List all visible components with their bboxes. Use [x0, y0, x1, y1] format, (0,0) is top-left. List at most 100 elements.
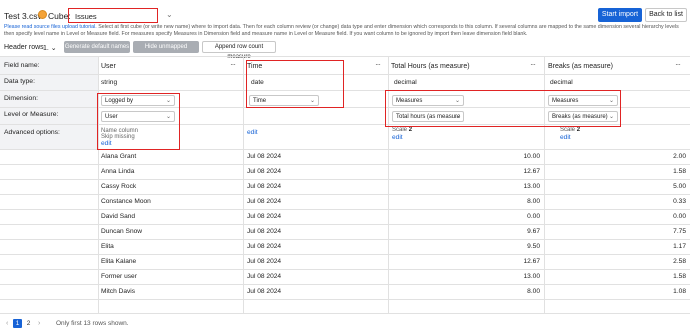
time-cell: Jul 08 2024 — [247, 198, 282, 205]
time-cell: Jul 08 2024 — [247, 258, 282, 265]
back-to-list-button[interactable]: Back to list — [645, 8, 687, 22]
table-row: Mitch Davis Jul 08 2024 8.00 1.08 — [0, 284, 690, 299]
time-cell: Jul 08 2024 — [247, 183, 282, 190]
breaks-cell: 5.00 — [673, 183, 686, 190]
divider — [0, 74, 690, 75]
total-hours-cell: 13.00 — [523, 273, 540, 280]
column-header-user[interactable]: User — [101, 63, 116, 70]
highlight-box — [246, 60, 344, 108]
total-hours-cell: 9.50 — [527, 243, 540, 250]
instructions: Please read source files upload tutorial… — [4, 24, 688, 37]
table-row: Duncan Snow Jul 08 2024 9.67 7.75 — [0, 224, 690, 239]
table-row: Former user Jul 08 2024 13.00 1.58 — [0, 269, 690, 284]
highlight-box — [97, 93, 180, 150]
table-row: David Sand Jul 08 2024 0.00 0.00 — [0, 209, 690, 224]
scale-info: Scale 2 — [560, 127, 581, 133]
user-cell: Former user — [101, 273, 137, 280]
cube-select[interactable]: Issues — [68, 8, 158, 23]
total-hours-cell: 12.67 — [523, 258, 540, 265]
breaks-cell: 1.58 — [673, 273, 686, 280]
table-row: Alana Grant Jul 08 2024 10.00 2.00 — [0, 149, 690, 164]
table-row: Constance Moon Jul 08 2024 8.00 0.33 — [0, 194, 690, 209]
advanced-options-label: Advanced options: — [4, 129, 60, 136]
time-cell: Jul 08 2024 — [247, 288, 282, 295]
breaks-cell: 0.00 — [673, 213, 686, 220]
data-type-value[interactable]: decimal — [550, 79, 573, 86]
append-row-count-measure-button[interactable]: Append row count measure — [202, 41, 276, 60]
breaks-cell: 2.00 — [673, 153, 686, 160]
upload-tutorial-link[interactable]: Please read source files upload tutorial… — [4, 24, 97, 30]
user-cell: Mitch Davis — [101, 288, 136, 295]
divider — [0, 299, 690, 300]
total-hours-cell: 13.00 — [523, 183, 540, 190]
header-rows-select[interactable]: 1. ⌄ — [43, 44, 57, 52]
column-menu-icon[interactable]: ··· — [530, 60, 536, 69]
column-header-total-hours[interactable]: Total Hours (as measure) — [391, 63, 470, 70]
breaks-cell: 1.08 — [673, 288, 686, 295]
highlight-box — [385, 90, 621, 127]
scale-info: Scale 2 — [392, 127, 413, 133]
instructions-text: Select at first cube (or write new name)… — [4, 24, 679, 37]
table-row: Elita Jul 08 2024 9.50 1.17 — [0, 239, 690, 254]
edit-link[interactable]: edit — [560, 134, 571, 141]
breaks-cell: 7.75 — [673, 228, 686, 235]
time-cell: Jul 08 2024 — [247, 273, 282, 280]
pagination: ‹ 1 2 › Only first 13 rows shown. — [0, 318, 690, 330]
table-row: Elita Kalane Jul 08 2024 12.67 2.58 — [0, 254, 690, 269]
header-rows-value: 1. — [43, 45, 49, 52]
import-mapping-grid: Field name: Data type: Dimension: Level … — [0, 56, 690, 314]
page-2-button[interactable]: 2 — [24, 319, 33, 328]
user-cell: Elita — [101, 243, 114, 250]
data-type-value[interactable]: decimal — [394, 79, 417, 86]
edit-link[interactable]: edit — [247, 129, 258, 136]
user-cell: Duncan Snow — [101, 228, 143, 235]
time-cell: Jul 08 2024 — [247, 228, 282, 235]
breaks-cell: 0.33 — [673, 198, 686, 205]
user-cell: Constance Moon — [101, 198, 151, 205]
total-hours-cell: 0.00 — [527, 213, 540, 220]
total-hours-cell: 8.00 — [527, 198, 540, 205]
cube-icon — [38, 10, 47, 19]
user-cell: Anna Linda — [101, 168, 135, 175]
header-rows-label: Header rows — [4, 44, 44, 51]
data-type-value[interactable]: string — [101, 79, 117, 86]
data-type-label: Data type: — [4, 78, 35, 85]
next-page-icon[interactable]: › — [38, 320, 40, 327]
chevron-down-icon[interactable]: ⌄ — [166, 10, 173, 19]
rows-shown-note: Only first 13 rows shown. — [56, 320, 129, 327]
user-cell: David Sand — [101, 213, 136, 220]
time-cell: Jul 08 2024 — [247, 213, 282, 220]
breaks-cell: 1.58 — [673, 168, 686, 175]
start-import-button[interactable]: Start import — [598, 8, 642, 22]
total-hours-cell: 12.67 — [523, 168, 540, 175]
user-cell: Elita Kalane — [101, 258, 137, 265]
table-row: Anna Linda Jul 08 2024 12.67 1.58 — [0, 164, 690, 179]
toolbar: Header rows 1. ⌄ Generate default names … — [0, 40, 690, 62]
column-menu-icon[interactable]: ··· — [675, 60, 681, 69]
total-hours-cell: 8.00 — [527, 288, 540, 295]
field-name-label: Field name: — [4, 62, 40, 69]
dimension-label: Dimension: — [4, 95, 38, 102]
breaks-cell: 1.17 — [673, 243, 686, 250]
edit-link[interactable]: edit — [392, 134, 403, 141]
page-1-button[interactable]: 1 — [13, 319, 22, 328]
total-hours-cell: 10.00 — [523, 153, 540, 160]
prev-page-icon[interactable]: ‹ — [6, 320, 8, 327]
breaks-cell: 2.58 — [673, 258, 686, 265]
hide-unmapped-columns-button[interactable]: Hide unmapped columns — [133, 41, 199, 62]
time-cell: Jul 08 2024 — [247, 168, 282, 175]
user-cell: Cassy Rock — [101, 183, 137, 190]
level-or-measure-label: Level or Measure: — [4, 111, 59, 118]
file-title: Test 3.csv — [4, 11, 42, 21]
column-menu-icon[interactable]: ··· — [375, 60, 381, 69]
time-cell: Jul 08 2024 — [247, 153, 282, 160]
user-cell: Alana Grant — [101, 153, 137, 160]
column-menu-icon[interactable]: ··· — [230, 60, 236, 69]
total-hours-cell: 9.67 — [527, 228, 540, 235]
divider — [0, 56, 690, 57]
generate-default-names-button[interactable]: Generate default names — [64, 41, 130, 53]
divider — [0, 313, 690, 314]
chevron-down-icon: ⌄ — [50, 45, 57, 52]
table-row: Cassy Rock Jul 08 2024 13.00 5.00 — [0, 179, 690, 194]
column-header-breaks[interactable]: Breaks (as measure) — [548, 63, 613, 70]
